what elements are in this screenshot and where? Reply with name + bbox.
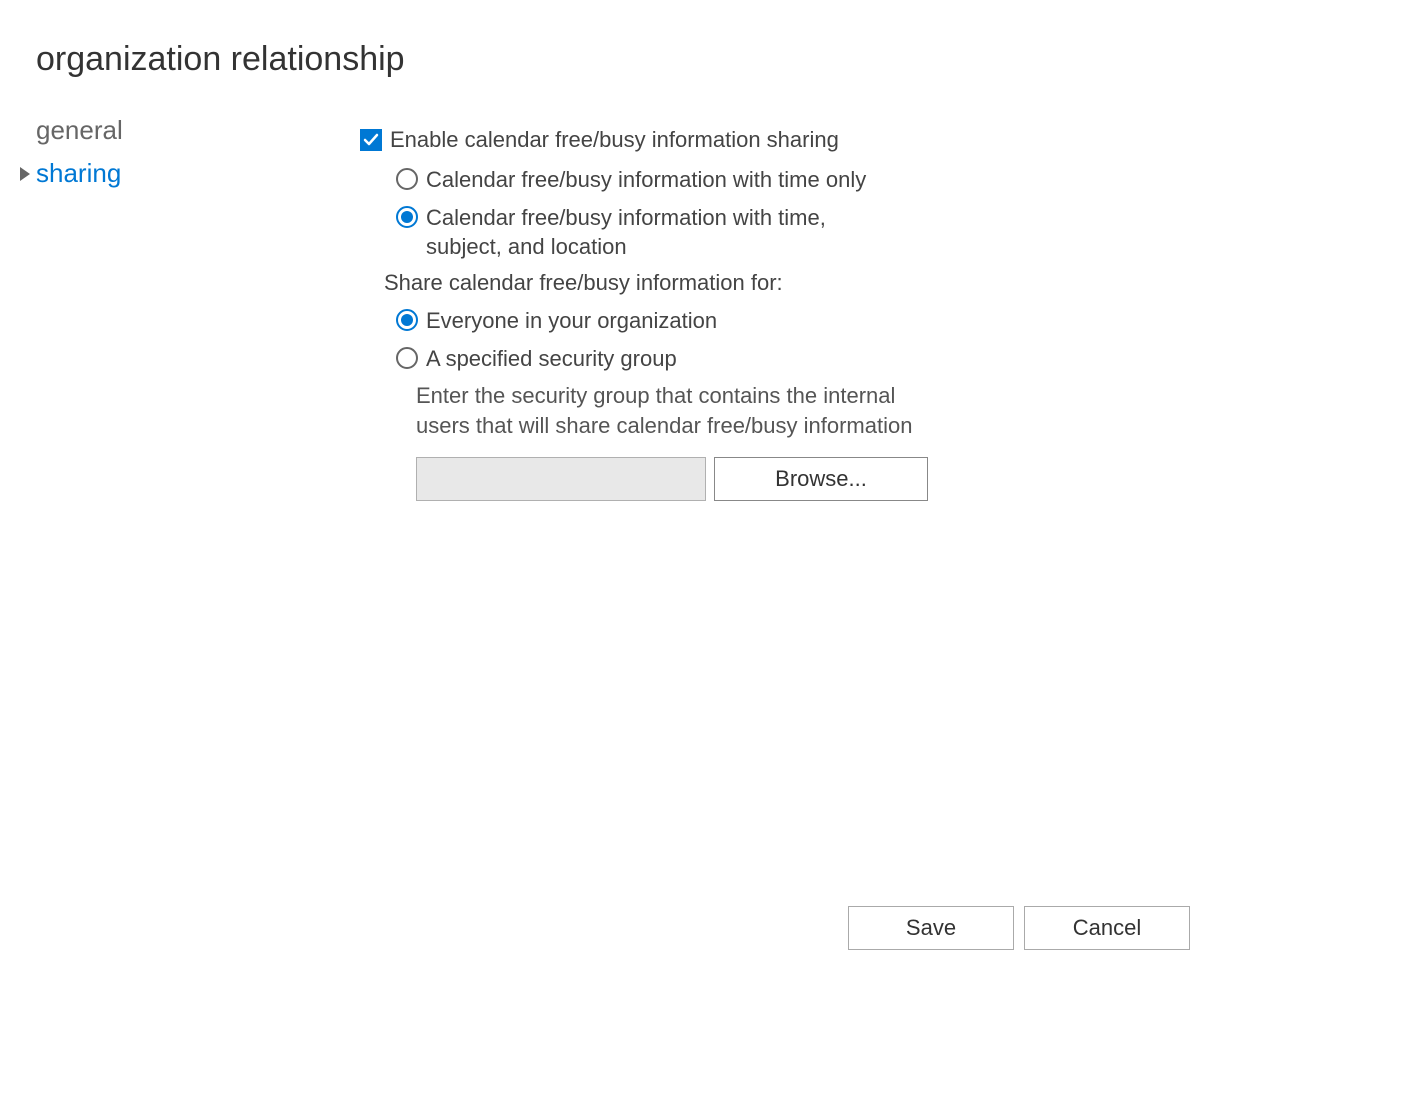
footer-buttons: Save Cancel (848, 906, 1190, 950)
security-group-help-text: Enter the security group that contains t… (360, 381, 940, 440)
radio-icon (396, 309, 418, 331)
radio-label: A specified security group (426, 344, 677, 374)
radio-label: Everyone in your organization (426, 306, 717, 336)
radio-time-subject-location[interactable]: Calendar free/busy information with time… (396, 203, 1406, 262)
radio-label: Calendar free/busy information with time… (426, 165, 866, 195)
checkmark-icon (363, 132, 379, 148)
radio-security-group[interactable]: A specified security group (396, 344, 1406, 374)
radio-icon (396, 206, 418, 228)
radio-label: Calendar free/busy information with time… (426, 203, 876, 262)
radio-icon (396, 347, 418, 369)
page-title: organization relationship (0, 0, 1406, 109)
cancel-button[interactable]: Cancel (1024, 906, 1190, 950)
browse-button[interactable]: Browse... (714, 457, 928, 501)
sidebar: general sharing (20, 109, 320, 501)
share-for-label: Share calendar free/busy information for… (360, 270, 1406, 296)
security-group-input[interactable] (416, 457, 706, 501)
detail-level-radio-group: Calendar free/busy information with time… (360, 165, 1406, 262)
sidebar-item-general[interactable]: general (20, 109, 320, 152)
enable-sharing-checkbox[interactable] (360, 129, 382, 151)
radio-everyone[interactable]: Everyone in your organization (396, 306, 1406, 336)
main-panel: Enable calendar free/busy information sh… (320, 109, 1406, 501)
radio-icon (396, 168, 418, 190)
save-button[interactable]: Save (848, 906, 1014, 950)
enable-sharing-label: Enable calendar free/busy information sh… (390, 127, 839, 153)
sidebar-item-sharing[interactable]: sharing (20, 152, 320, 195)
share-for-radio-group: Everyone in your organization A specifie… (360, 306, 1406, 373)
radio-time-only[interactable]: Calendar free/busy information with time… (396, 165, 1406, 195)
